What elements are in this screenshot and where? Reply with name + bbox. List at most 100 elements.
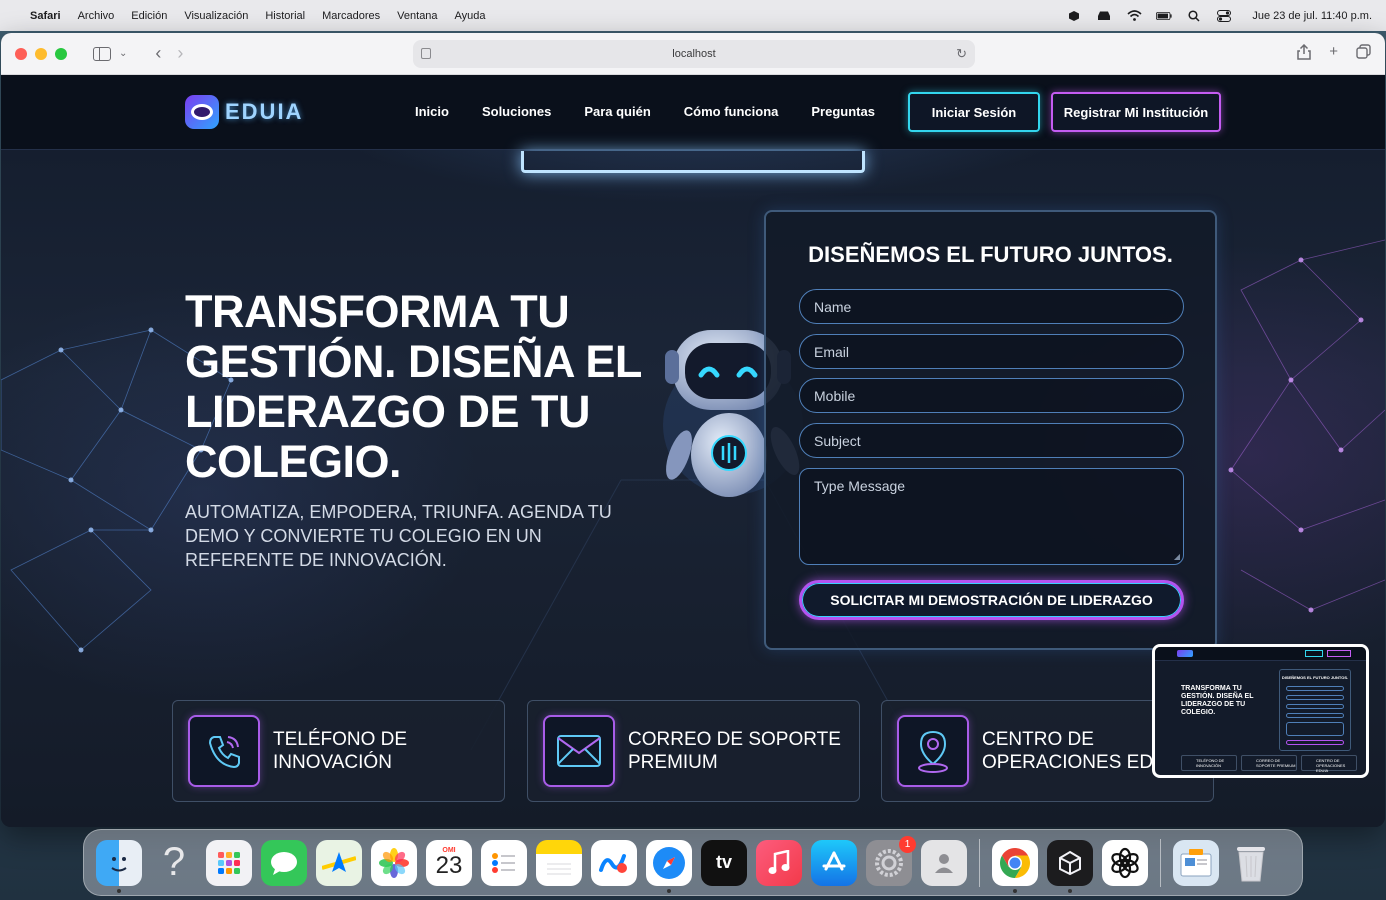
chrome-icon[interactable] [992, 839, 1038, 893]
subject-input[interactable]: Subject [799, 423, 1184, 458]
minimize-window-icon[interactable] [35, 47, 47, 60]
message-textarea[interactable]: Type Message ◢ [799, 468, 1184, 565]
settings-badge: 1 [899, 835, 916, 853]
freeform-icon[interactable] [591, 839, 637, 886]
login-button[interactable]: Iniciar Sesión [908, 92, 1040, 132]
preview-field [1286, 722, 1344, 736]
maps-icon[interactable] [316, 839, 362, 886]
notes-icon[interactable] [536, 839, 582, 886]
perplexity-icon[interactable] [1047, 839, 1093, 893]
name-input[interactable]: Name [799, 289, 1184, 324]
macos-dock: ? OMI 23 tv 1 [83, 829, 1303, 896]
menu-archivo[interactable]: Archivo [78, 10, 115, 22]
preview-register-button [1327, 650, 1351, 657]
launchpad-icon[interactable] [206, 839, 252, 886]
preview-field [1286, 686, 1344, 691]
email-input[interactable]: Email [799, 334, 1184, 369]
music-icon[interactable] [756, 839, 802, 886]
preview-card-email: CORREO DE SOPORTE PREMIUM [1241, 755, 1297, 771]
hero-title: TRANSFORMA TU GESTIÓN. DISEÑA EL LIDERAZ… [185, 286, 642, 487]
vpn-icon[interactable] [1066, 10, 1082, 22]
nav-link-inicio[interactable]: Inicio [415, 104, 449, 119]
chatgpt-icon[interactable] [1102, 839, 1148, 886]
menu-historial[interactable]: Historial [265, 10, 305, 22]
phone-icon [188, 715, 260, 787]
location-pin-icon [897, 715, 969, 787]
finder-icon[interactable] [96, 839, 142, 893]
browser-toolbar: ⌄ ‹ › localhost ↻ + [1, 33, 1385, 75]
appletv-label: tv [715, 852, 732, 872]
ceiling-light-decoration [521, 151, 865, 173]
preview-card-location: CENTRO DE OPERACIONES EDUIA [1301, 755, 1357, 773]
preview-submit [1286, 740, 1344, 745]
url-text: localhost [672, 48, 716, 60]
nav-link-para-quien[interactable]: Para quién [584, 104, 650, 119]
appletv-icon[interactable]: tv [701, 839, 747, 886]
contact-card-email[interactable]: CORREO DE SOPORTE PREMIUM [527, 700, 860, 802]
preview-header [1155, 647, 1366, 661]
contacts-icon[interactable] [921, 839, 967, 886]
safari-icon[interactable] [646, 839, 692, 893]
address-bar[interactable]: localhost ↻ [413, 40, 975, 68]
eduia-logo[interactable]: EDUIA [185, 95, 303, 129]
fullscreen-window-icon[interactable] [55, 47, 67, 60]
appstore-icon[interactable] [811, 839, 857, 886]
preview-icon[interactable] [1173, 839, 1219, 886]
menu-app-safari[interactable]: Safari [30, 10, 61, 22]
trash-icon[interactable] [1228, 840, 1274, 886]
nav-link-como-funciona[interactable]: Cómo funciona [684, 104, 779, 119]
logo-mark-icon [185, 95, 219, 129]
calendar-day: 23 [435, 852, 463, 879]
message-placeholder: Type Message [814, 478, 906, 494]
contact-form-card: DISEÑEMOS EL FUTURO JUNTOS. Name Email M… [764, 210, 1217, 650]
preview-field [1286, 704, 1344, 709]
wifi-icon[interactable] [1126, 10, 1142, 22]
share-icon[interactable] [1297, 43, 1311, 60]
dock-separator [1160, 838, 1161, 887]
preview-field [1286, 713, 1344, 718]
preview-form-title: DISEÑEMOS EL FUTURO JUNTOS. [1281, 675, 1349, 680]
preview-card-phone: TELÉFONO DE INNOVACIÓN [1181, 755, 1237, 771]
help-icon[interactable]: ? [151, 840, 197, 886]
contact-label-email: CORREO DE SOPORTE PREMIUM [628, 729, 841, 773]
preview-field [1286, 695, 1344, 700]
hero-subtitle: AUTOMATIZA, EMPODERA, TRIUNFA. AGENDA TU… [185, 502, 612, 570]
new-tab-plus-icon[interactable]: + [1329, 43, 1338, 60]
menubar-clock[interactable]: Jue 23 de jul. 11:40 p.m. [1252, 10, 1372, 22]
contact-card-phone[interactable]: TELÉFONO DE INNOVACIÓN [172, 700, 505, 802]
messages-icon[interactable] [261, 839, 307, 886]
reload-icon[interactable]: ↻ [956, 46, 967, 62]
register-institution-button[interactable]: Registrar Mi Institución [1051, 92, 1221, 132]
macos-menubar: Safari Archivo Edición Visualización His… [0, 0, 1386, 31]
menu-visualizacion[interactable]: Visualización [184, 10, 248, 22]
menu-marcadores[interactable]: Marcadores [322, 10, 380, 22]
reminders-icon[interactable] [481, 839, 527, 886]
dock-separator [979, 838, 980, 887]
preview-hero-title: TRANSFORMA TU GESTIÓN. DISEÑA EL LIDERAZ… [1181, 685, 1254, 716]
spotlight-search-icon[interactable] [1186, 9, 1202, 22]
close-window-icon[interactable] [15, 47, 27, 60]
forward-chevron-icon[interactable]: › [177, 43, 183, 64]
menu-ventana[interactable]: Ventana [397, 10, 437, 22]
request-demo-button[interactable]: SOLICITAR MI DEMOSTRACIÓN DE LIDERAZGO [799, 580, 1184, 620]
back-chevron-icon[interactable]: ‹ [155, 43, 161, 64]
main-nav: Inicio Soluciones Para quién Cómo funcio… [415, 104, 875, 119]
page-settings-icon[interactable] [421, 48, 431, 59]
nav-link-preguntas[interactable]: Preguntas [811, 104, 875, 119]
preview-login-button [1305, 650, 1323, 657]
car-icon[interactable] [1096, 10, 1112, 22]
menu-edicion[interactable]: Edición [131, 10, 167, 22]
photos-icon[interactable] [371, 839, 417, 886]
mobile-input[interactable]: Mobile [799, 378, 1184, 413]
screenshot-preview-thumbnail[interactable]: TRANSFORMA TU GESTIÓN. DISEÑA EL LIDERAZ… [1152, 644, 1369, 778]
tab-group-chevron-down-icon[interactable]: ⌄ [119, 48, 127, 59]
control-center-icon[interactable] [1216, 9, 1232, 22]
settings-icon[interactable]: 1 [866, 835, 916, 886]
tab-overview-icon[interactable] [1356, 43, 1371, 60]
nav-link-soluciones[interactable]: Soluciones [482, 104, 551, 119]
resize-handle-icon[interactable]: ◢ [1174, 552, 1180, 561]
menu-ayuda[interactable]: Ayuda [455, 10, 486, 22]
battery-icon[interactable] [1156, 10, 1172, 22]
sidebar-toggle-icon[interactable] [93, 46, 111, 61]
calendar-icon[interactable]: OMI 23 [426, 839, 472, 886]
